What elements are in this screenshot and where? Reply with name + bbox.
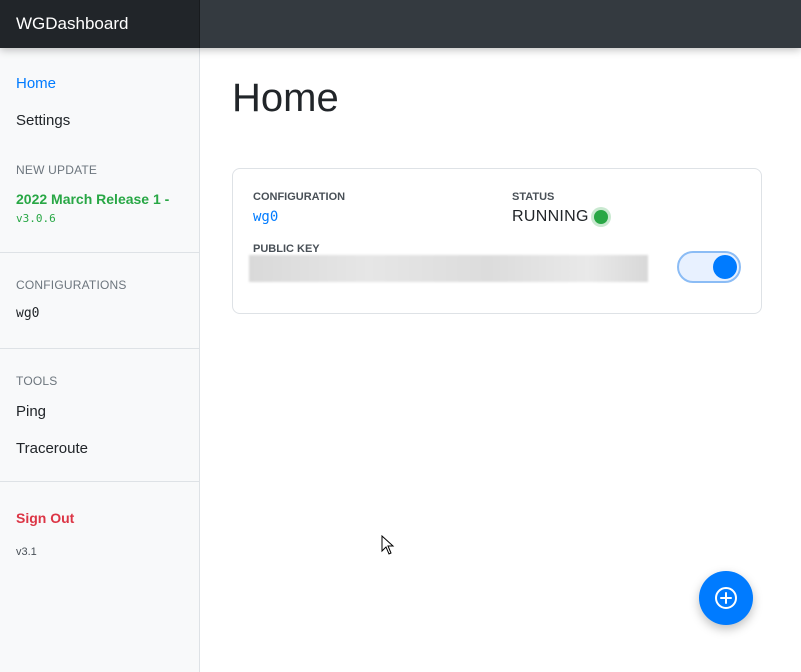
- brand-title[interactable]: WGDashboard: [0, 0, 200, 48]
- configurations-heading: CONFIGURATIONS: [16, 278, 127, 292]
- sidebar-item-ping[interactable]: Ping: [16, 403, 46, 420]
- configuration-card[interactable]: CONFIGURATION wg0 STATUS RUNNING PUBLIC …: [232, 168, 762, 314]
- update-heading: NEW UPDATE: [16, 163, 98, 177]
- configuration-toggle[interactable]: [677, 251, 741, 283]
- sidebar-divider: [0, 252, 199, 253]
- sidebar-item-settings[interactable]: Settings: [16, 112, 70, 129]
- public-key-label: PUBLIC KEY: [253, 243, 320, 255]
- configuration-label: CONFIGURATION: [253, 191, 346, 203]
- sidebar-item-traceroute[interactable]: Traceroute: [16, 440, 88, 457]
- public-key-value-blurred: [249, 255, 648, 282]
- sidebar-item-wg0[interactable]: wg0: [16, 306, 39, 321]
- page-title: Home: [232, 76, 339, 120]
- top-navbar: WGDashboard: [0, 0, 801, 48]
- configuration-name-link[interactable]: wg0: [253, 209, 278, 225]
- update-release-version[interactable]: v3.0.6: [16, 212, 56, 225]
- sign-out-link[interactable]: Sign Out: [16, 510, 74, 526]
- update-release-link[interactable]: 2022 March Release 1 -: [16, 191, 169, 207]
- sidebar-item-home[interactable]: Home: [16, 75, 56, 92]
- status-label: STATUS: [512, 191, 555, 203]
- sidebar-divider: [0, 348, 199, 349]
- sidebar: Home Settings NEW UPDATE 2022 March Rele…: [0, 48, 200, 672]
- plus-circle-icon: [715, 587, 737, 609]
- mouse-cursor-icon: [381, 535, 395, 555]
- app-version: v3.1: [16, 546, 37, 558]
- toggle-knob: [713, 255, 737, 279]
- add-configuration-button[interactable]: [699, 571, 753, 625]
- sidebar-divider: [0, 481, 199, 482]
- tools-heading: TOOLS: [16, 374, 58, 388]
- status-dot-icon: [594, 210, 608, 224]
- status-value: RUNNING: [512, 208, 589, 225]
